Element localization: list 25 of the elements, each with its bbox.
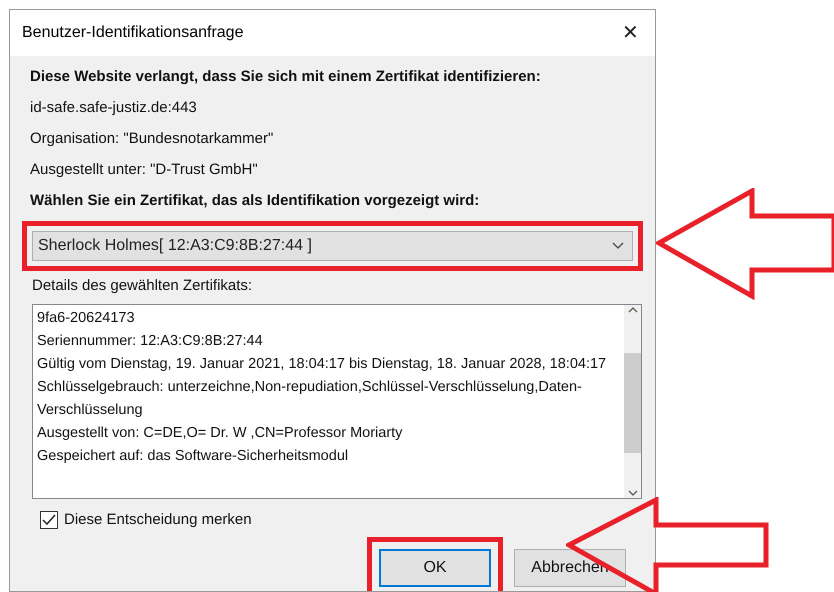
detail-line: Gültig vom Dienstag, 19. Januar 2021, 18:04:17 bis Dienstag, 18. Januar 2028, 18:04:17 <box>37 354 608 374</box>
info-text: Ausgestellt unter: "D-Trust GmbH" <box>30 160 259 180</box>
scroll-up-icon[interactable] <box>628 306 638 312</box>
scrollbar[interactable] <box>624 304 641 498</box>
details-label: Details des gewählten Zertifikats: <box>32 276 254 296</box>
certificate-dropdown[interactable]: Sherlock Holmes[ 12:A3:C9:8B:27:44 ] <box>32 231 633 261</box>
details-textbox[interactable] <box>32 304 642 498</box>
detail-line: 9fa6-20624173 <box>37 308 136 328</box>
window-title: Benutzer-Identifikationsanfrage <box>22 23 244 43</box>
dropdown-value: Sherlock Holmes[ 12:A3:C9:8B:27:44 ] <box>38 236 312 256</box>
detail-line: Schlüsselgebrauch: unterzeichne,Non-repudiation,Schlüssel-Verschlüsselung,Daten-Verschlüsselung <box>37 378 583 420</box>
ok-button[interactable]: OK <box>379 549 491 587</box>
checkbox-label: Diese Entscheidung merken <box>64 510 252 530</box>
checkbox[interactable] <box>40 510 58 529</box>
detail-line: Gespeichert auf: das Software-Sicherheitsmodul <box>37 446 350 466</box>
detail-line: Ausgestellt von: C=DE,O= Dr. W ,CN=Professor Moriarty <box>37 424 404 442</box>
scroll-down-icon[interactable] <box>628 490 638 496</box>
detail-line: Seriennummer: 12:A3:C9:8B:27:44 <box>37 332 264 350</box>
choose-label: Wählen Sie ein Zertifikat, das als Identifikation vorgezeigt wird: <box>30 191 480 211</box>
close-button[interactable]: ✕ <box>618 23 643 43</box>
info-text: id-safe.safe-justiz.de:443 <box>30 98 198 118</box>
chevron-down-icon <box>612 242 624 250</box>
heading-text: Diese Website verlangt, dass Sie sich mit einem Zertifikat identifizieren: <box>30 67 542 87</box>
info-text: Organisation: "Bundesnotarkammer" <box>30 129 274 149</box>
scrollbar-thumb[interactable] <box>624 352 641 452</box>
